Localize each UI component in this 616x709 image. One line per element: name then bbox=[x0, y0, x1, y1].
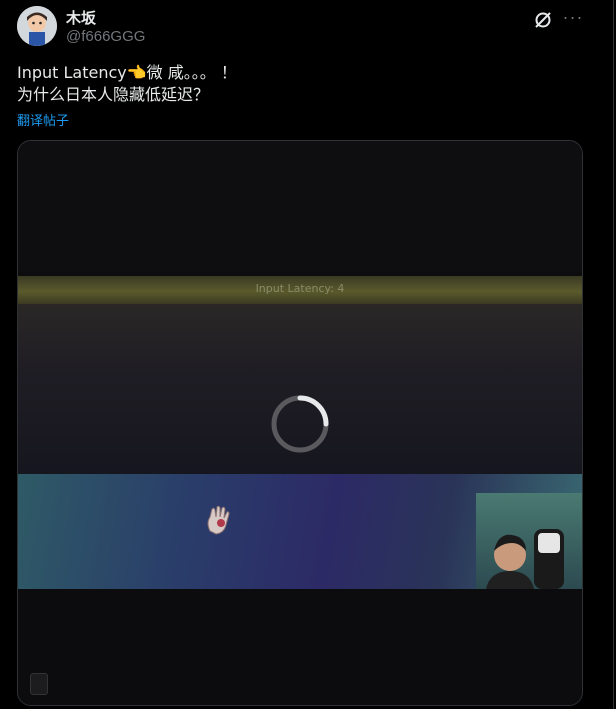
avatar-image bbox=[17, 6, 57, 46]
post-line-1: Input Latency👈微 咸。。。 ！ bbox=[17, 63, 237, 82]
post-line-2: 为什么日本人隐藏低延迟？ bbox=[17, 85, 210, 104]
video-frame-top bbox=[18, 141, 582, 271]
video-control-button[interactable] bbox=[30, 673, 48, 695]
hand-icon bbox=[200, 501, 240, 541]
video-player[interactable]: Input Latency: 4 bbox=[17, 140, 583, 706]
post-text: Input Latency👈微 咸。。。 ！ 为什么日本人隐藏低延迟？ bbox=[17, 62, 597, 106]
author-display-name[interactable]: 木坂 bbox=[66, 7, 96, 28]
loading-spinner-icon bbox=[270, 394, 330, 454]
author-handle[interactable]: @f666GGG bbox=[66, 28, 145, 45]
avatar[interactable] bbox=[17, 6, 57, 46]
video-frame-bottom bbox=[18, 589, 582, 705]
webcam-overlay bbox=[476, 493, 582, 589]
video-overlay-text: Input Latency: 4 bbox=[255, 282, 345, 295]
tweet-card[interactable]: 木坂 @f666GGG ··· Input Latency👈微 咸。。。 ！ 为… bbox=[0, 0, 614, 709]
more-icon[interactable]: ··· bbox=[562, 8, 584, 31]
grok-icon[interactable] bbox=[532, 9, 554, 31]
translate-post-link[interactable]: 翻译帖子 bbox=[17, 110, 69, 129]
